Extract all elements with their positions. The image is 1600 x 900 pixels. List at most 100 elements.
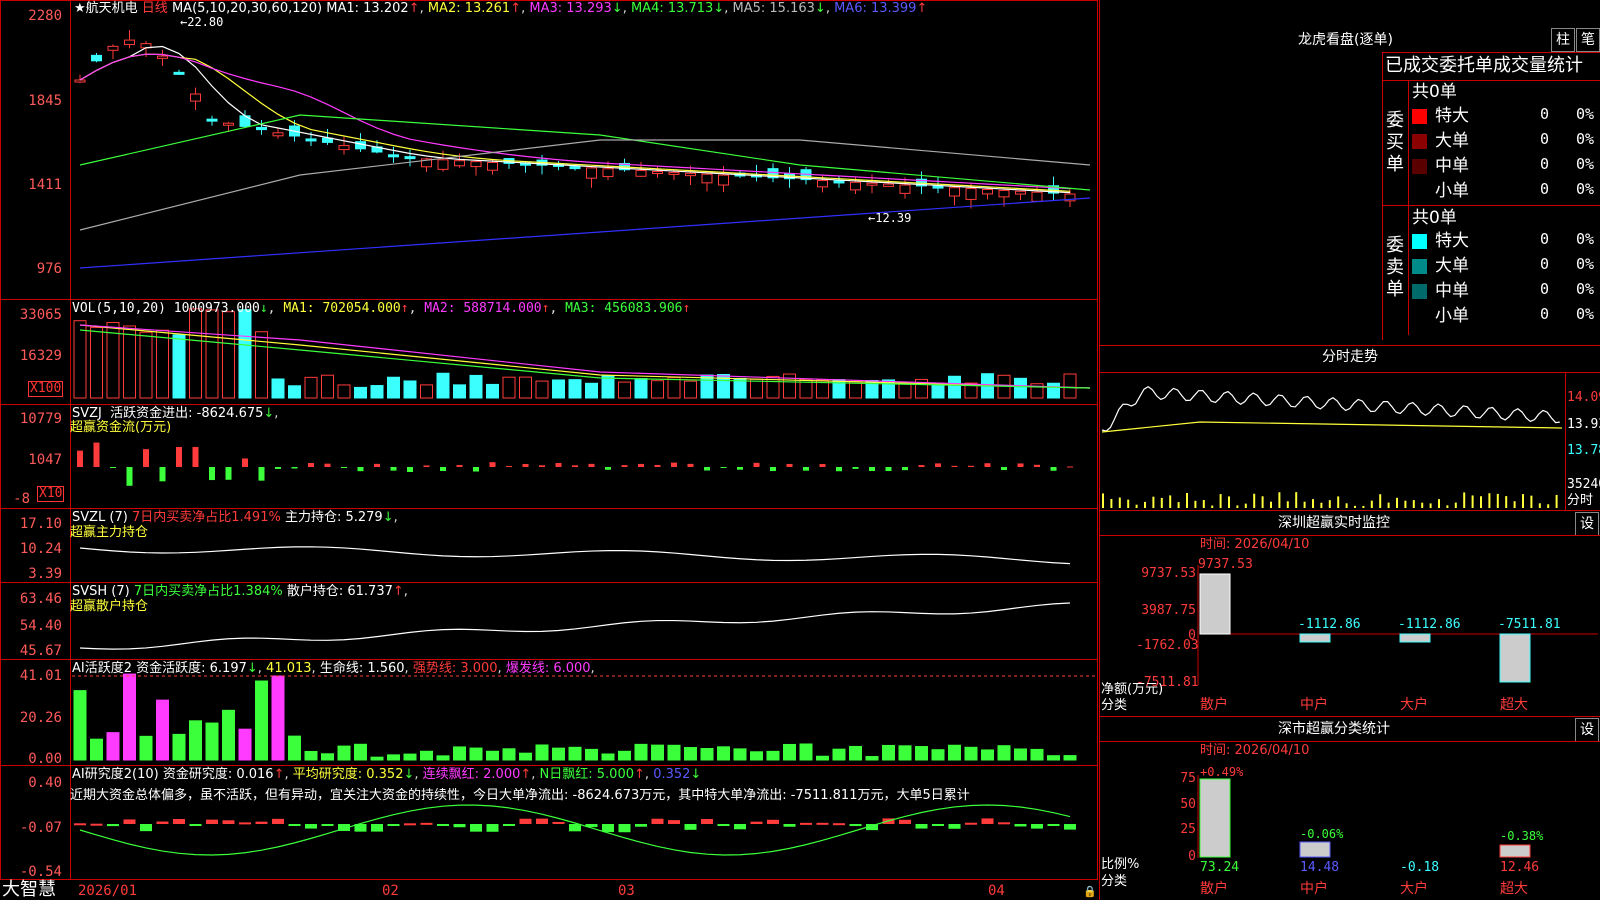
volume-bar bbox=[1047, 382, 1060, 399]
fs-vol-bar bbox=[1471, 495, 1474, 508]
ai2-bar bbox=[965, 822, 977, 825]
ai1-bar bbox=[337, 745, 351, 761]
high-label: 22.80 bbox=[187, 15, 224, 29]
fl-cat: 分类 bbox=[1101, 874, 1128, 889]
ai2-bar bbox=[932, 824, 944, 826]
lock-icon[interactable]: 🔒 bbox=[1083, 884, 1097, 899]
fs-vol-bar bbox=[1438, 499, 1440, 508]
svzj-bar bbox=[671, 462, 677, 467]
fs-vol-bar bbox=[1379, 494, 1382, 508]
fs-vol-bar bbox=[1169, 495, 1172, 508]
svzj-bar bbox=[390, 467, 397, 471]
svsh-line bbox=[79, 602, 1071, 650]
sz-category: 大户 bbox=[1400, 697, 1428, 713]
fs-vol-bar bbox=[1211, 505, 1214, 508]
ai2-bar bbox=[998, 822, 1010, 825]
svzj-bar bbox=[984, 463, 991, 467]
candle-body bbox=[833, 180, 845, 184]
candle-body bbox=[883, 183, 894, 187]
swatch bbox=[1412, 259, 1427, 274]
svzj-bar bbox=[836, 467, 842, 472]
ai1-bar bbox=[354, 743, 367, 761]
svzj-bar bbox=[324, 463, 331, 467]
sz-bar bbox=[1399, 633, 1431, 643]
row-name: 中单 bbox=[1435, 281, 1469, 301]
order-stats-tabs[interactable]: 已成交委托单成交量统计 bbox=[1385, 55, 1583, 77]
y-tick: 2280 bbox=[28, 8, 62, 24]
svzj-bar bbox=[176, 446, 182, 467]
candle-body bbox=[701, 173, 713, 184]
svzj-unit: X10 bbox=[37, 486, 65, 502]
period-label[interactable]: 日线 bbox=[142, 1, 168, 16]
svzj-bar bbox=[93, 442, 100, 467]
sz-unit: 净额(万元) bbox=[1101, 682, 1164, 697]
svsh-sub: 超赢散户持仓 bbox=[70, 599, 149, 614]
swatch bbox=[1412, 109, 1427, 124]
fs-vol-bar bbox=[1362, 505, 1365, 508]
swatch bbox=[1412, 309, 1427, 324]
svzj-bar bbox=[423, 465, 430, 467]
row-count: 0 bbox=[1540, 255, 1550, 273]
stock-name[interactable]: ★航天机电 bbox=[74, 1, 138, 16]
volume-bar bbox=[552, 379, 565, 399]
svzj-bar bbox=[918, 465, 925, 467]
sell-label: 委卖单 bbox=[1386, 235, 1404, 300]
ai1-bar bbox=[123, 673, 136, 761]
tick-mode-button[interactable]: 笔 bbox=[1576, 28, 1600, 52]
fs-vol-bar bbox=[1219, 494, 1222, 508]
svzj-sub: 超赢资金流(万元) bbox=[70, 420, 172, 435]
ai1-bar bbox=[783, 743, 796, 761]
ai1-bar bbox=[799, 743, 813, 761]
sell-total: 共0单 bbox=[1412, 208, 1457, 228]
row-name: 中单 bbox=[1435, 156, 1469, 176]
row-count: 0 bbox=[1540, 305, 1550, 323]
fs-vol-bar bbox=[1454, 502, 1457, 508]
volume-bar bbox=[90, 326, 103, 399]
row-name: 特大 bbox=[1435, 231, 1469, 251]
fs-vol-bar bbox=[1118, 497, 1121, 508]
svzj-bar bbox=[1050, 467, 1057, 471]
x-tick: 02 bbox=[382, 883, 399, 899]
volume-bar bbox=[172, 334, 186, 399]
ai2-bar bbox=[684, 824, 697, 830]
ai1-bar bbox=[1047, 755, 1060, 761]
fs-title: 分时走势 bbox=[1322, 349, 1378, 365]
sz-value: -1112.86 bbox=[1398, 617, 1461, 632]
ai1-bar bbox=[816, 755, 829, 761]
ma6-line bbox=[79, 197, 1091, 269]
ai2-bar bbox=[272, 818, 284, 824]
fs-vol-bar bbox=[1345, 503, 1348, 508]
ma2: MA2: 13.261 bbox=[427, 1, 511, 16]
ai1-bar bbox=[981, 749, 994, 761]
ai2-bar bbox=[750, 821, 763, 824]
ai2-bar bbox=[552, 821, 565, 824]
ai2-bar bbox=[255, 821, 268, 824]
buy-label: 委买单 bbox=[1386, 110, 1404, 175]
svzj-bar bbox=[852, 467, 859, 469]
ai1-bar bbox=[222, 709, 235, 761]
volume-bar bbox=[189, 308, 202, 399]
ai1-bar bbox=[667, 744, 681, 761]
sz-category: 超大 bbox=[1500, 697, 1528, 713]
ai2-bar bbox=[915, 824, 928, 829]
svzj-bar bbox=[522, 464, 529, 467]
fs-vol-bar bbox=[1253, 493, 1256, 508]
fs-vol-bar bbox=[1387, 502, 1390, 508]
volume-bar bbox=[667, 377, 681, 399]
bar-mode-button[interactable]: 柱 bbox=[1551, 28, 1575, 52]
volume-bar bbox=[271, 378, 285, 399]
fs-vol-bar bbox=[1555, 494, 1558, 508]
sz-y: -1762.03 bbox=[1136, 638, 1199, 653]
fs-vol-bar bbox=[1446, 505, 1449, 508]
volume-bar bbox=[898, 382, 912, 399]
ai1-bar bbox=[700, 748, 714, 761]
fs-vol-bar bbox=[1312, 499, 1314, 508]
fs-vol-bar bbox=[1337, 496, 1340, 508]
fl-settings-button[interactable]: 设 bbox=[1575, 718, 1599, 742]
sz-time: 时间: 2026/04/10 bbox=[1200, 537, 1310, 552]
row-count: 0 bbox=[1540, 230, 1550, 248]
sz-settings-button[interactable]: 设 bbox=[1575, 512, 1599, 536]
candle-body bbox=[866, 182, 878, 186]
candle-body bbox=[602, 168, 614, 178]
row-count: 0 bbox=[1540, 105, 1550, 123]
